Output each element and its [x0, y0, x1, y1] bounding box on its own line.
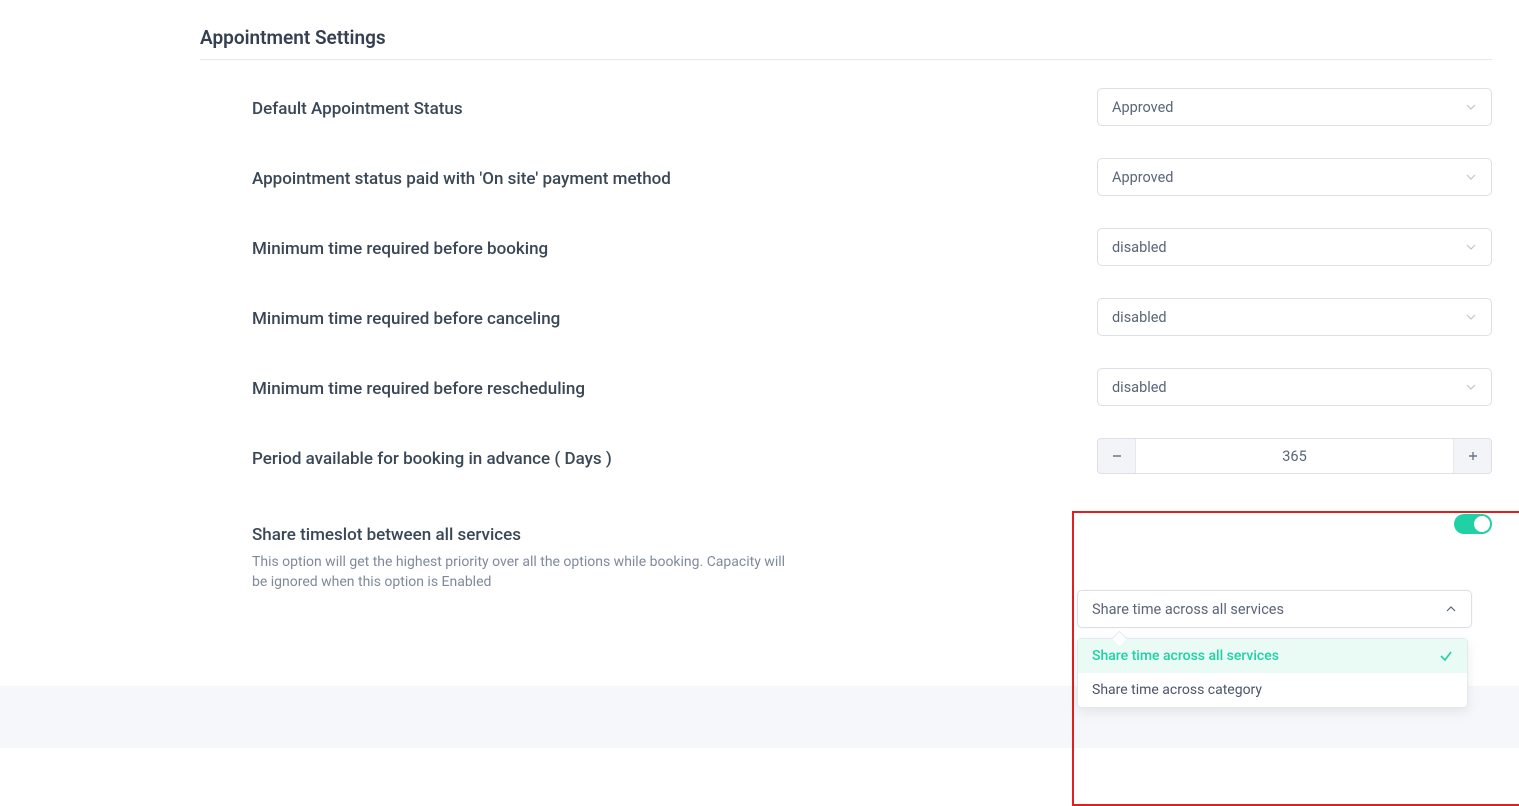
- stepper-decrement-button[interactable]: [1098, 439, 1136, 473]
- dropdown-option-category[interactable]: Share time across category: [1078, 673, 1467, 707]
- chevron-down-icon: [1465, 101, 1477, 113]
- select-min-before-booking[interactable]: disabled: [1097, 228, 1492, 266]
- dropdown-option-label: Share time across all services: [1092, 648, 1279, 664]
- toggle-share-timeslot[interactable]: [1454, 514, 1492, 534]
- label-share-timeslot: Share timeslot between all services: [252, 524, 1057, 546]
- chevron-down-icon: [1465, 381, 1477, 393]
- select-min-before-rescheduling-value: disabled: [1112, 379, 1167, 396]
- select-min-before-canceling[interactable]: disabled: [1097, 298, 1492, 336]
- row-default-status: Default Appointment Status Approved: [200, 88, 1492, 126]
- label-min-before-canceling: Minimum time required before canceling: [252, 308, 1077, 330]
- row-min-before-canceling: Minimum time required before canceling d…: [200, 298, 1492, 336]
- minus-icon: [1111, 450, 1123, 462]
- label-default-status: Default Appointment Status: [252, 98, 1077, 120]
- select-default-status[interactable]: Approved: [1097, 88, 1492, 126]
- plus-icon: [1467, 450, 1479, 462]
- select-share-mode[interactable]: Share time across all services: [1077, 590, 1472, 628]
- row-share-timeslot: Share timeslot between all services This…: [200, 514, 1492, 628]
- check-icon: [1439, 649, 1453, 663]
- stepper-increment-button[interactable]: [1453, 439, 1491, 473]
- select-min-before-canceling-value: disabled: [1112, 309, 1167, 326]
- divider: [200, 59, 1492, 60]
- hint-share-timeslot: This option will get the highest priorit…: [252, 552, 792, 593]
- chevron-down-icon: [1465, 171, 1477, 183]
- select-share-mode-value: Share time across all services: [1092, 601, 1284, 618]
- settings-page: Appointment Settings Default Appointment…: [200, 26, 1492, 628]
- select-min-before-booking-value: disabled: [1112, 239, 1167, 256]
- stepper-booking-advance-value[interactable]: 365: [1136, 439, 1453, 473]
- label-min-before-rescheduling: Minimum time required before reschedulin…: [252, 378, 1077, 400]
- label-min-before-booking: Minimum time required before booking: [252, 238, 1077, 260]
- chevron-down-icon: [1465, 241, 1477, 253]
- row-booking-advance: Period available for booking in advance …: [200, 438, 1492, 474]
- stepper-booking-advance: 365: [1097, 438, 1492, 474]
- toggle-knob: [1474, 516, 1490, 532]
- select-default-status-value: Approved: [1112, 99, 1173, 116]
- row-min-before-booking: Minimum time required before booking dis…: [200, 228, 1492, 266]
- label-onsite-status: Appointment status paid with 'On site' p…: [252, 168, 1077, 190]
- select-onsite-status-value: Approved: [1112, 169, 1173, 186]
- section-title: Appointment Settings: [200, 26, 1492, 49]
- dropdown-option-all-services[interactable]: Share time across all services: [1078, 639, 1467, 673]
- row-min-before-rescheduling: Minimum time required before reschedulin…: [200, 368, 1492, 406]
- row-onsite-status: Appointment status paid with 'On site' p…: [200, 158, 1492, 196]
- dropdown-share-mode: Share time across all services Share tim…: [1077, 638, 1468, 708]
- select-onsite-status[interactable]: Approved: [1097, 158, 1492, 196]
- select-min-before-rescheduling[interactable]: disabled: [1097, 368, 1492, 406]
- dropdown-option-label: Share time across category: [1092, 682, 1262, 698]
- label-booking-advance: Period available for booking in advance …: [252, 448, 1077, 470]
- chevron-down-icon: [1465, 311, 1477, 323]
- chevron-up-icon: [1445, 603, 1457, 615]
